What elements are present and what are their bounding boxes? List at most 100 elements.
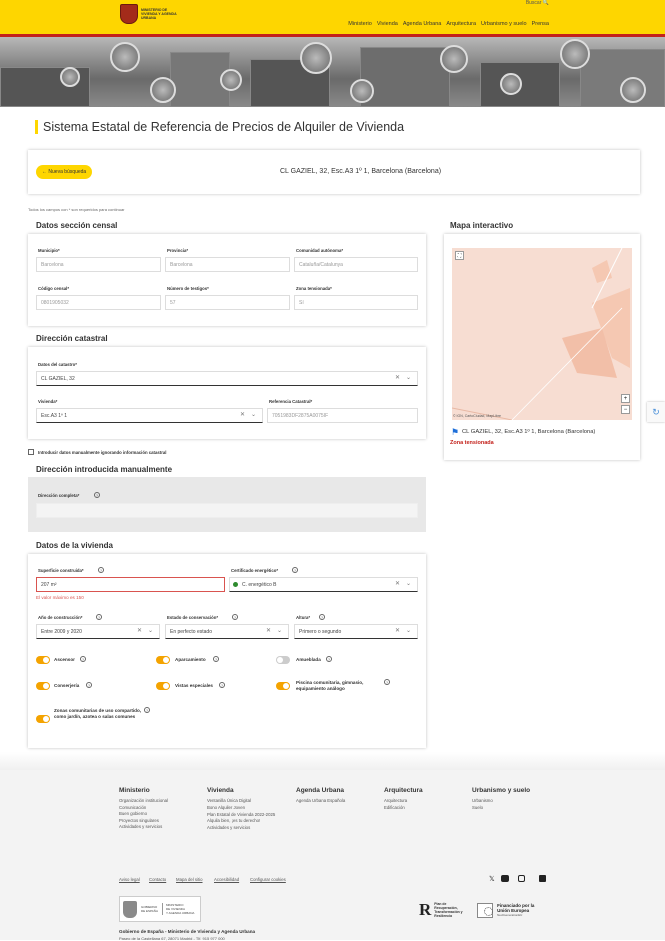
energy-class-dot-icon: [233, 582, 238, 587]
ministry-logo[interactable]: MINISTERIO DE VIVIENDA Y AGENDA URBANA: [120, 3, 190, 25]
ref-catastral-field[interactable]: 7051983DF2875A0075IF: [267, 408, 418, 423]
municipio-field[interactable]: Barcelona: [36, 257, 161, 272]
eu-logo[interactable]: Financiado por la Unión Europea NextGene…: [477, 900, 547, 920]
instagram-icon[interactable]: [518, 875, 525, 882]
chevron-down-icon[interactable]: ⌄: [406, 627, 411, 634]
help-icon[interactable]: ?: [213, 656, 219, 662]
footer-list: Urbanismo Suelo: [472, 798, 493, 810]
gob-address: Paseo de la Castellana 67, 28071 Madrid …: [119, 936, 225, 941]
cert-select[interactable]: C. energético B: [229, 577, 418, 592]
provincia-field[interactable]: Barcelona: [165, 257, 290, 272]
codigo-field[interactable]: 0801905032: [36, 295, 161, 310]
new-search-button[interactable]: ← Nueva búsqueda: [36, 165, 93, 179]
nav-vivienda[interactable]: Vivienda: [377, 21, 398, 27]
zona-field[interactable]: Sí: [294, 295, 418, 310]
chevron-down-icon[interactable]: ⌄: [406, 580, 411, 587]
superficie-field[interactable]: 207 m²: [36, 577, 225, 592]
catastral-card: Datos del catastro* CL GAZIEL, 32 ✕ ⌄ Vi…: [28, 347, 426, 439]
help-icon[interactable]: ?: [94, 492, 100, 498]
nav-ministerio[interactable]: Ministerio: [348, 21, 372, 27]
youtube-icon[interactable]: [501, 875, 509, 882]
superficie-error: El valor máximo es 150: [36, 595, 84, 600]
recovery-plan-logo[interactable]: R Plan de Recuperación, Transformación y…: [419, 900, 471, 920]
vistas-toggle[interactable]: [156, 682, 170, 690]
clear-icon[interactable]: ✕: [266, 627, 271, 634]
interactive-map[interactable]: ⛶ + − © IGN, CartoCiudad, MapLibre: [452, 248, 632, 420]
gob-text: Gobierno de España - Ministerio de Vivie…: [119, 929, 256, 934]
footer-link-mapa[interactable]: Mapa del sitio: [176, 877, 203, 882]
footer-link-aviso[interactable]: Aviso legal: [119, 877, 140, 882]
help-icon[interactable]: ?: [326, 656, 332, 662]
search-link[interactable]: Buscar 🔍: [526, 0, 549, 6]
vivienda-title: Datos de la vivienda: [36, 541, 113, 550]
eu-flag-icon: [477, 902, 494, 918]
direccion-field[interactable]: [36, 503, 418, 518]
nav-urbanismo[interactable]: Urbanismo y suelo: [481, 21, 527, 27]
help-icon[interactable]: ?: [232, 614, 238, 620]
help-icon[interactable]: ?: [292, 567, 298, 573]
location-flag-icon: ⚑: [451, 427, 460, 437]
help-icon[interactable]: ?: [219, 682, 225, 688]
footer-list: Agenda Urbana Española: [296, 798, 346, 803]
amueblada-toggle[interactable]: [276, 656, 290, 664]
ascensor-toggle[interactable]: [36, 656, 50, 664]
help-icon[interactable]: ?: [96, 614, 102, 620]
help-icon[interactable]: ?: [144, 707, 150, 713]
catastral-title: Dirección catastral: [36, 334, 108, 343]
help-icon[interactable]: ?: [319, 614, 325, 620]
top-header: MINISTERIO DE VIVIENDA Y AGENDA URBANA B…: [0, 0, 665, 34]
footer-list: Organización institucional Comunicación …: [119, 798, 168, 830]
footer-link-cookies[interactable]: Configurar cookies: [250, 877, 286, 882]
help-icon[interactable]: ?: [98, 567, 104, 573]
zona-tensionada-label: Zona tensionada: [450, 440, 494, 446]
recaptcha-badge[interactable]: ↻: [647, 402, 665, 422]
feed-icon[interactable]: [539, 875, 546, 882]
zoom-in-button[interactable]: +: [621, 394, 630, 403]
chevron-down-icon[interactable]: ⌄: [251, 411, 256, 418]
clear-icon[interactable]: ✕: [137, 627, 142, 634]
clear-icon[interactable]: ✕: [395, 580, 400, 587]
footer-list: Ventanilla Única Digital Bono Alquiler J…: [207, 798, 276, 831]
map-title: Mapa interactivo: [450, 221, 514, 230]
nav-arquitectura[interactable]: Arquitectura: [446, 21, 476, 27]
gobierno-logo[interactable]: GOBIERNO DE ESPAÑA MINISTERIO DE VIVIENDA Y…: [119, 896, 201, 922]
aparcamiento-toggle[interactable]: [156, 656, 170, 664]
clear-icon[interactable]: ✕: [240, 411, 245, 418]
catastro-select[interactable]: CL GAZIEL, 32: [36, 371, 418, 386]
hero-banner: [0, 37, 665, 107]
coat-of-arms-icon: [123, 900, 137, 918]
chevron-down-icon[interactable]: ⌄: [277, 627, 282, 634]
manual-checkbox-label: Introducir datos manualmente ignorando i…: [38, 450, 167, 455]
help-icon[interactable]: ?: [80, 656, 86, 662]
censal-card: Municipio* Barcelona Provincia* Barcelon…: [28, 234, 426, 326]
chevron-down-icon[interactable]: ⌄: [148, 627, 153, 634]
nav-agenda-urbana[interactable]: Agenda Urbana: [403, 21, 442, 27]
logo-text: MINISTERIO DE VIVIENDA Y AGENDA URBANA: [141, 8, 177, 20]
help-icon[interactable]: ?: [86, 682, 92, 688]
clear-icon[interactable]: ✕: [395, 627, 400, 634]
manual-card: Dirección completa* ?: [28, 477, 426, 532]
vivienda-select[interactable]: Esc.A3 1º 1: [36, 408, 263, 423]
map-canvas: [452, 248, 632, 420]
conserjeria-toggle[interactable]: [36, 682, 50, 690]
testigos-field[interactable]: 57: [165, 295, 290, 310]
fullscreen-icon[interactable]: ⛶: [455, 251, 464, 260]
selected-address: CL GAZIEL, 32, Esc.A3 1º 1, Barcelona (B…: [280, 168, 442, 175]
zonas-comunes-toggle[interactable]: [36, 715, 50, 723]
twitter-icon[interactable]: 𝕏: [489, 875, 495, 883]
required-note: Todos los campos con * son requeridos pa…: [28, 207, 125, 212]
map-attribution: © IGN, CartoCiudad, MapLibre: [453, 414, 501, 418]
nav-prensa[interactable]: Prensa: [532, 21, 549, 27]
manual-checkbox[interactable]: [28, 449, 34, 455]
coat-of-arms-icon: [120, 4, 138, 24]
chevron-down-icon[interactable]: ⌄: [406, 374, 411, 381]
footer-link-accesibilidad[interactable]: Accesibilidad: [214, 877, 239, 882]
help-icon[interactable]: ?: [384, 679, 390, 685]
skyline-divider: [0, 752, 665, 770]
zoom-out-button[interactable]: −: [621, 405, 630, 414]
footer-link-contacto[interactable]: Contacto: [149, 877, 166, 882]
piscina-toggle[interactable]: [276, 682, 290, 690]
clear-icon[interactable]: ✕: [395, 374, 400, 381]
main-nav: Ministerio Vivienda Agenda Urbana Arquit…: [348, 21, 549, 27]
comunidad-field[interactable]: Cataluña/Catalunya: [294, 257, 418, 272]
